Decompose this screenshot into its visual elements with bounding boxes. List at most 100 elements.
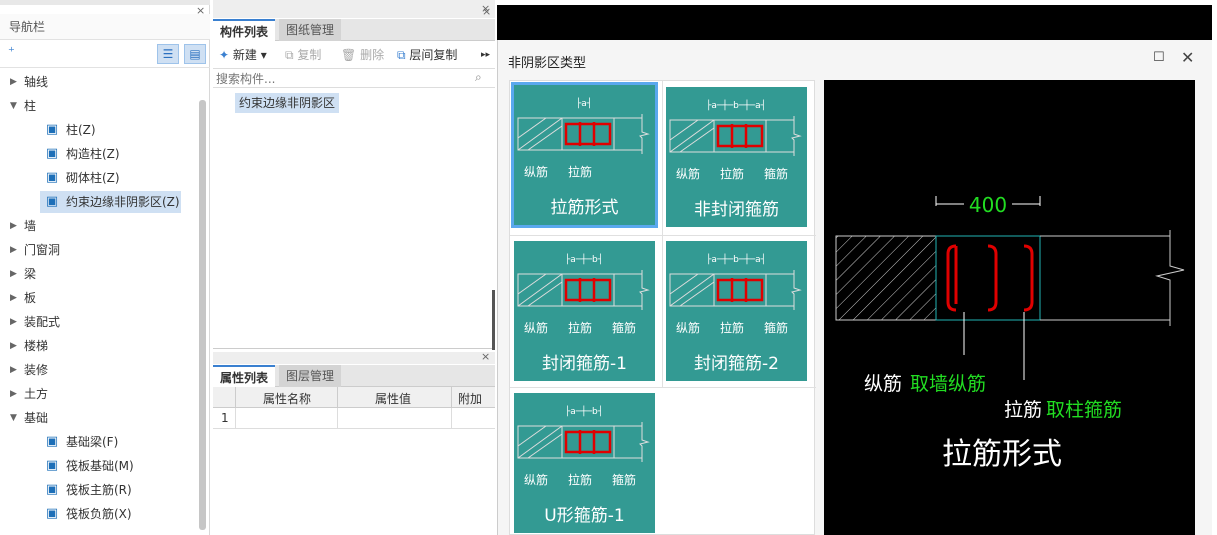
tree-item-label: 砌体柱(Z) [66,171,120,185]
column-header: 属性值 [375,392,412,406]
drawing-canvas: × [482,5,1212,40]
column-header: 附加 [458,392,483,406]
tree-item-label: 楼梯 [24,339,49,353]
dimension-label: ├a─┼─b─┼─a┤ [706,253,766,265]
copy-button[interactable]: ⧉ 复制 [285,46,321,64]
divider [235,408,236,429]
tree-item-label: 门窗洞 [24,243,61,257]
option-card[interactable]: ├a─┼─b┤ 纵筋 拉筋 箍筋封闭箍筋-1 [514,241,655,381]
close-icon[interactable]: ✕ [1181,48,1194,67]
constructional-column-icon: ▣ [45,146,59,161]
divider [235,387,236,408]
tree-item[interactable]: ▶ 门窗洞 [0,239,196,261]
tab-drawing-manage[interactable]: 图纸管理 [279,19,342,41]
maximize-icon[interactable]: ☐ [1153,50,1165,65]
tree-item-label: 筏板基础(M) [66,459,134,473]
splitter-handle[interactable] [492,290,495,350]
tree-item[interactable]: ▼ 基础 [0,407,196,429]
diagram-note: 纵筋 [524,321,549,335]
detail-view-icon[interactable]: ▤ [184,44,206,64]
tree-child-item[interactable]: ▣ 砌体柱(Z) [0,167,196,189]
tree-child-item[interactable]: ▣ 筏板基础(M) [0,455,196,477]
grid-divider [510,235,816,236]
tree-child-item[interactable]: ▣ 筏板主筋(R) [0,479,196,501]
canvas-close-icon[interactable]: × [482,5,491,18]
tree-item[interactable]: ▶ 轴线 [0,71,196,93]
tab-layer-manage[interactable]: 图层管理 [279,365,342,387]
diagram-note: 箍筋 [612,321,637,335]
caret-right-icon[interactable]: ▶ [10,215,17,237]
option-card[interactable]: ├a─┼─b─┼─a┤ 纵筋 拉筋 箍筋 非封闭箍筋 [666,87,807,227]
caret-right-icon[interactable]: ▶ [10,359,17,381]
diagram-note: 箍筋 [612,473,637,487]
tree-child-item[interactable]: ▣ 构造柱(Z) [0,143,196,165]
dimension-label: ├a─┼─b┤ [565,405,603,417]
caret-right-icon[interactable]: ▶ [10,71,17,93]
raft-main-rebar-icon: ▣ [45,482,59,497]
add-icon[interactable]: ⁺ [8,45,15,60]
tree-child-item[interactable]: ▣ 约束边缘非阴影区(Z) [0,191,196,213]
caret-right-icon[interactable]: ▶ [10,287,17,309]
list-view-icon[interactable]: ☰ [157,44,179,64]
delete-button[interactable]: 🗑 删除 [341,46,384,64]
diagram-note: 拉筋 [568,321,593,335]
divider [451,387,452,408]
option-card[interactable]: ├a┤ 纵筋 拉筋 拉筋形式 [511,82,658,228]
tab-property-list[interactable]: 属性列表 [213,365,276,387]
raft-foundation-icon: ▣ [45,458,59,473]
tree-item-label: 墙 [24,219,37,233]
option-label: 封闭箍筋-1 [542,354,627,374]
section-diagram: ├a─┼─b┤ [517,253,650,310]
property-table-header: 属性名称 属性值 附加 [213,387,495,408]
option-label: 封闭箍筋-2 [694,354,779,374]
tree-item[interactable]: ▶ 土方 [0,383,196,405]
tree-item[interactable]: ▶ 梁 [0,263,196,285]
new-icon: ✦ [219,48,230,62]
trash-icon: 🗑 [341,48,357,62]
option-card[interactable]: ├a─┼─b─┼─a┤ 纵筋 拉筋 箍筋 封闭箍筋-2 [666,241,807,381]
search-input[interactable] [216,70,466,87]
tree-item[interactable]: ▶ 装配式 [0,311,196,333]
property-tabbar: 属性列表 图层管理 [213,365,495,387]
divider [213,348,495,349]
caret-right-icon[interactable]: ▶ [10,263,17,285]
caret-down-icon[interactable]: ▼ [10,95,17,117]
nav-scrollbar[interactable] [199,100,206,530]
tree-item[interactable]: ▼ 柱 [0,95,196,117]
note-tie-source: 取柱箍筋 [1046,399,1122,421]
option-label: 拉筋形式 [550,198,619,218]
tree-item[interactable]: ▶ 楼梯 [0,335,196,357]
tree-item-label: 板 [24,291,37,305]
diagram-note: 箍筋 [764,321,789,335]
nav-toolbar: ⁺ ☰ ▤ [0,40,210,68]
caret-right-icon[interactable]: ▶ [10,383,17,405]
search-icon[interactable]: ⌕ [475,70,482,85]
top-tab-strip [0,0,210,5]
tree-child-item[interactable]: ▣ 筏板负筋(X) [0,503,196,525]
new-button[interactable]: ✦ 新建 ▾ [219,46,267,64]
table-row[interactable]: 1 [213,408,495,429]
option-card[interactable]: ├a─┼─b┤ 纵筋 拉筋 箍筋 U形箍筋-1 [514,393,655,533]
diagram-note: 纵筋 [676,167,701,181]
divider [337,408,338,429]
tree-child-item[interactable]: ▣ 柱(Z) [0,119,196,141]
more-icon[interactable]: ▸▸ [481,46,490,64]
floor-copy-button[interactable]: ⧉ 层间复制 [397,46,457,64]
caret-down-icon[interactable]: ▼ [10,407,17,429]
tree-item[interactable]: ▶ 墙 [0,215,196,237]
tab-component-list[interactable]: 构件列表 [213,19,276,41]
caret-right-icon[interactable]: ▶ [10,335,17,357]
property-panel-close-icon[interactable]: × [481,350,490,363]
tree-child-item[interactable]: ▣ 基础梁(F) [0,431,196,453]
component-item[interactable]: 约束边缘非阴影区 [235,93,340,113]
tree-item[interactable]: ▶ 板 [0,287,196,309]
caret-right-icon[interactable]: ▶ [10,239,17,261]
masonry-column-icon: ▣ [45,170,59,185]
preview-panel: 400 纵筋 取墙纵筋 拉筋 取柱箍筋 拉筋形式 [824,80,1195,535]
search-box[interactable]: ⌕ [213,68,495,88]
dimension-label: 400 [969,193,1007,217]
preview-title: 拉筋形式 [942,437,1062,472]
tree-item[interactable]: ▶ 装修 [0,359,196,381]
caret-right-icon[interactable]: ▶ [10,311,17,333]
option-label: 非封闭箍筋 [694,200,779,220]
